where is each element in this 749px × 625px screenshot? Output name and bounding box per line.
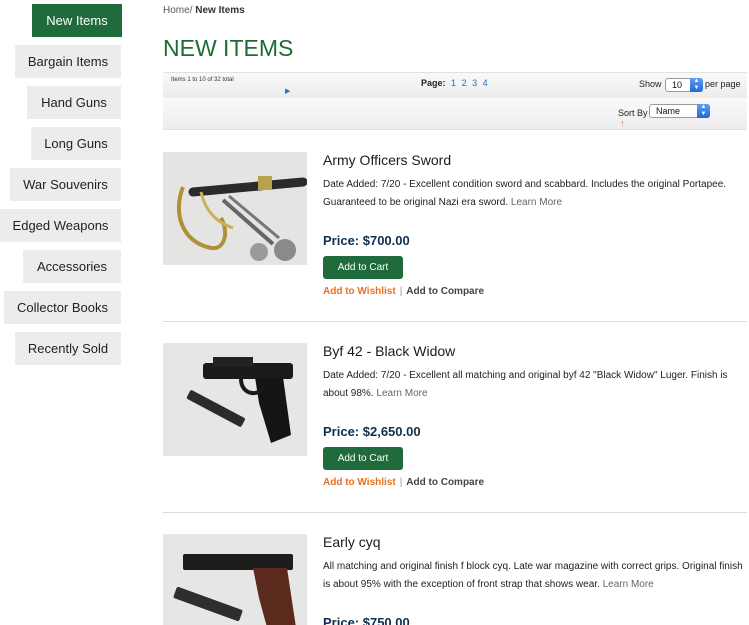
per-page-value: 10	[672, 80, 683, 90]
sort-by-label: Sort By	[618, 108, 648, 118]
product-item: Early cyq All matching and original fini…	[163, 534, 747, 625]
product-price: Price: $750.00	[323, 615, 410, 625]
page-link-4[interactable]: 4	[483, 78, 488, 88]
description-text: All matching and original finish f block…	[323, 561, 743, 590]
pager: Page: 1 2 3 4	[421, 78, 488, 88]
add-to-compare-link[interactable]: Add to Compare	[406, 477, 484, 488]
product-name[interactable]: Early cyq	[323, 534, 381, 550]
product-name[interactable]: Byf 42 - Black Widow	[323, 343, 455, 359]
sidebar-item-bargain-items[interactable]: Bargain Items	[15, 45, 121, 78]
per-page-select[interactable]: 10 ▲ ▼	[665, 78, 703, 92]
pager-toolbar: Items 1 to 10 of 32 total ▶ Page: 1 2 3 …	[163, 72, 747, 98]
page-link-2[interactable]: 2	[462, 78, 467, 88]
product-description: All matching and original finish f block…	[323, 558, 743, 594]
add-to-cart-button[interactable]: Add to Cart	[323, 256, 403, 279]
breadcrumb: Home/ New Items	[163, 5, 245, 16]
add-to-wishlist-link[interactable]: Add to Wishlist	[323, 477, 396, 488]
sort-by-select[interactable]: Name ▲ ▼	[649, 104, 710, 118]
per-page-label: per page	[705, 79, 741, 89]
breadcrumb-separator: /	[189, 5, 193, 16]
luger-pistol-image[interactable]	[163, 343, 307, 456]
divider	[163, 321, 747, 322]
product-description: Date Added: 7/20 - Excellent condition s…	[323, 176, 743, 212]
sidebar-item-war-souvenirs[interactable]: War Souvenirs	[10, 168, 121, 201]
sidebar-item-long-guns[interactable]: Long Guns	[31, 127, 121, 160]
sort-by-value: Name	[656, 106, 681, 116]
add-to-compare-link[interactable]: Add to Compare	[406, 286, 484, 297]
page-title: NEW ITEMS	[163, 35, 294, 61]
items-total: Items 1 to 10 of 32 total	[171, 77, 234, 83]
sidebar-item-edged-weapons[interactable]: Edged Weapons	[0, 209, 121, 242]
sort-direction-arrow-icon[interactable]: ↑	[620, 118, 625, 128]
product-item: Army Officers Sword Date Added: 7/20 - E…	[163, 152, 747, 312]
page-link-1[interactable]: 1	[451, 78, 456, 88]
sidebar-item-accessories[interactable]: Accessories	[23, 250, 121, 283]
page-label: Page:	[421, 78, 446, 88]
product-price: Price: $700.00	[323, 233, 410, 248]
play-icon[interactable]: ▶	[285, 87, 290, 95]
breadcrumb-home-link[interactable]: Home	[163, 5, 190, 16]
page-link-3[interactable]: 3	[472, 78, 477, 88]
breadcrumb-current: New Items	[195, 5, 245, 16]
sidebar-item-recently-sold[interactable]: Recently Sold	[15, 332, 121, 365]
sidebar-item-hand-guns[interactable]: Hand Guns	[27, 86, 121, 119]
action-separator: |	[399, 477, 403, 488]
divider	[163, 512, 747, 513]
add-to-cart-button[interactable]: Add to Cart	[323, 447, 403, 470]
add-to-wishlist-link[interactable]: Add to Wishlist	[323, 286, 396, 297]
learn-more-link[interactable]: Learn More	[511, 197, 562, 208]
stepper-icon: ▲ ▼	[697, 104, 710, 118]
product-actions: Add to Wishlist | Add to Compare	[323, 477, 484, 488]
stepper-icon: ▲ ▼	[690, 78, 703, 92]
product-price: Price: $2,650.00	[323, 424, 421, 439]
action-separator: |	[399, 286, 403, 297]
sword-image[interactable]	[163, 152, 307, 265]
product-actions: Add to Wishlist | Add to Compare	[323, 286, 484, 297]
product-item: Byf 42 - Black Widow Date Added: 7/20 - …	[163, 343, 747, 503]
product-name[interactable]: Army Officers Sword	[323, 152, 451, 168]
show-label: Show	[639, 79, 662, 89]
sidebar-item-new-items[interactable]: New Items	[32, 4, 122, 37]
sort-toolbar: Sort By Name ▲ ▼ ↑	[163, 98, 747, 130]
sidebar-item-collector-books[interactable]: Collector Books	[4, 291, 121, 324]
product-description: Date Added: 7/20 - Excellent all matchin…	[323, 367, 743, 403]
learn-more-link[interactable]: Learn More	[376, 388, 427, 399]
learn-more-link[interactable]: Learn More	[603, 579, 654, 590]
p38-pistol-image[interactable]	[163, 534, 307, 625]
